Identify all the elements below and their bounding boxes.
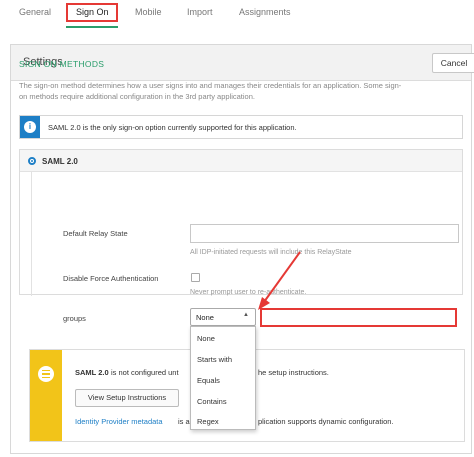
annotation-arrow <box>258 251 301 310</box>
